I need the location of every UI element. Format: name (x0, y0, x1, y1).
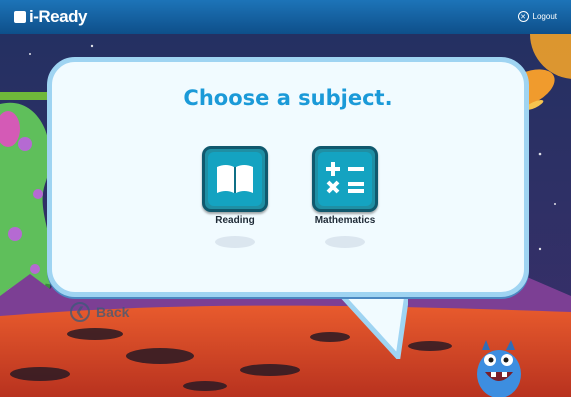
book-icon (217, 165, 253, 193)
back-label: Back (96, 304, 130, 320)
logout-button[interactable]: ✕ Logout (517, 11, 557, 22)
i-ready-logo-icon (14, 11, 26, 23)
close-circle-icon: ✕ (517, 11, 529, 22)
mathematics-label[interactable]: Mathematics (285, 215, 405, 226)
reading-tile-face (208, 152, 262, 206)
reading-tile[interactable] (202, 146, 268, 212)
reading-label[interactable]: Reading (175, 215, 295, 226)
back-arrow-icon: ❮ (70, 302, 90, 322)
logout-label: Logout (532, 12, 557, 21)
screen: i-Ready ✕ Logout Choose a subject. Readi… (0, 0, 571, 397)
speech-bubble-tail (334, 287, 408, 359)
choose-subject-heading: Choose a subject. (183, 86, 393, 110)
mathematics-tile-reflection (325, 236, 365, 248)
blue-monster-mascot (477, 340, 521, 397)
reading-tile-reflection (215, 236, 255, 248)
back-button[interactable]: ❮ Back (70, 302, 129, 322)
subject-picker-dialog: Choose a subject. Reading Mathematics (47, 57, 529, 297)
mathematics-tile-face (318, 152, 372, 206)
brand-name: i-Ready (29, 7, 87, 26)
math-symbols-icon (326, 162, 364, 194)
top-bar: i-Ready ✕ Logout (0, 0, 571, 34)
mathematics-tile[interactable] (312, 146, 378, 212)
i-ready-logo: i-Ready (14, 7, 87, 27)
